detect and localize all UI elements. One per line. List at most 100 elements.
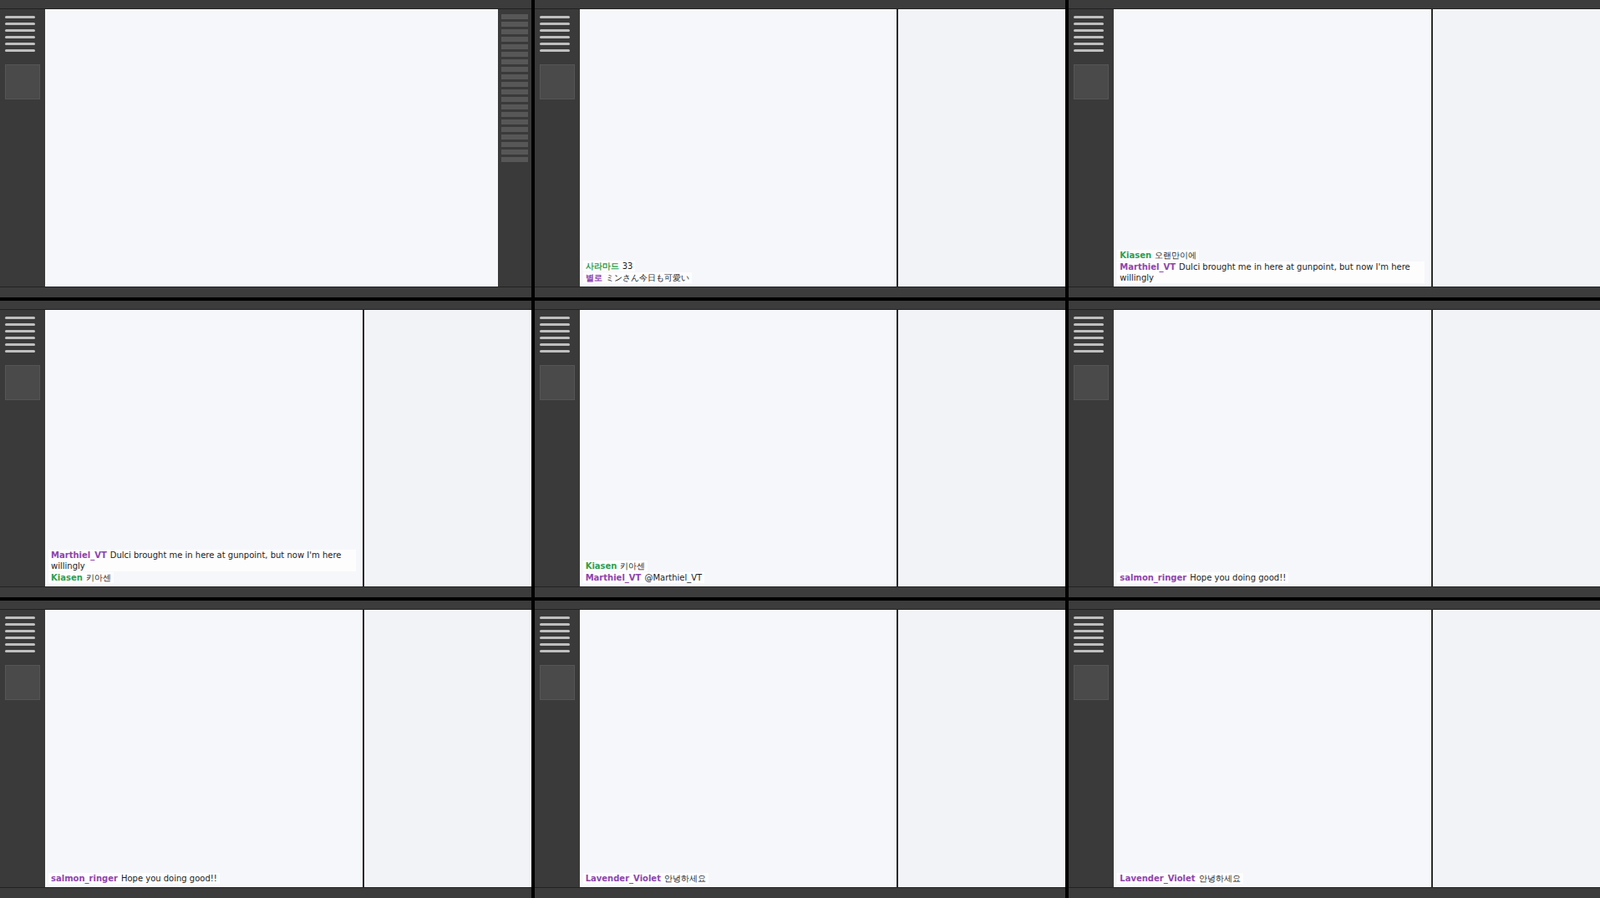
brush-icon[interactable] bbox=[1073, 35, 1104, 39]
brush-icon[interactable] bbox=[539, 15, 570, 19]
brush-icon[interactable] bbox=[1073, 42, 1104, 46]
brush-icon[interactable] bbox=[1073, 330, 1104, 333]
brush-icon[interactable] bbox=[5, 15, 36, 19]
brush-icon[interactable] bbox=[1073, 15, 1104, 19]
chat-user: Marthiel_VT bbox=[585, 573, 642, 583]
layer-row[interactable] bbox=[501, 134, 529, 140]
brush-icon[interactable] bbox=[539, 343, 570, 346]
layer-row[interactable] bbox=[501, 14, 529, 20]
brush-icon[interactable] bbox=[539, 643, 570, 646]
layer-row[interactable] bbox=[501, 29, 529, 35]
canvas[interactable]: Marthiel_VTDulci brought me in here at g… bbox=[45, 309, 363, 588]
layer-row[interactable] bbox=[501, 157, 529, 163]
brush-icon[interactable] bbox=[1073, 616, 1104, 620]
brush-icon[interactable] bbox=[539, 323, 570, 326]
layer-row[interactable] bbox=[501, 104, 529, 110]
chat-overlay: Lavender_Violet안녕하세요 bbox=[1117, 873, 1425, 884]
brush-toolbar bbox=[1068, 309, 1114, 588]
brush-icon[interactable] bbox=[5, 316, 36, 320]
brush-icon[interactable] bbox=[5, 330, 36, 333]
status-bar bbox=[534, 887, 1067, 898]
brush-icon[interactable] bbox=[539, 42, 570, 46]
brush-icon[interactable] bbox=[1073, 643, 1104, 646]
tool-property-panel bbox=[1073, 665, 1109, 701]
brush-icon[interactable] bbox=[1073, 343, 1104, 346]
layer-row[interactable] bbox=[501, 51, 529, 57]
layer-row[interactable] bbox=[501, 126, 529, 133]
status-bar bbox=[534, 586, 1067, 598]
brush-icon[interactable] bbox=[539, 330, 570, 333]
brush-icon[interactable] bbox=[5, 643, 36, 646]
brush-icon[interactable] bbox=[1073, 336, 1104, 340]
brush-icon[interactable] bbox=[539, 650, 570, 653]
brush-icon[interactable] bbox=[5, 336, 36, 340]
brush-icon[interactable] bbox=[5, 343, 36, 346]
workspace: salmon_ringerHope you doing good!! bbox=[0, 609, 532, 888]
canvas[interactable]: salmon_ringerHope you doing good!! bbox=[1113, 309, 1432, 588]
brush-icon[interactable] bbox=[539, 22, 570, 26]
brush-icon[interactable] bbox=[539, 29, 570, 32]
brush-icon[interactable] bbox=[1073, 629, 1104, 633]
brush-icon[interactable] bbox=[1073, 29, 1104, 32]
brush-icon[interactable] bbox=[5, 650, 36, 653]
layer-row[interactable] bbox=[501, 96, 529, 102]
brush-icon[interactable] bbox=[539, 636, 570, 640]
layer-row[interactable] bbox=[501, 44, 529, 50]
canvas[interactable]: 사라마드33별로ミンさん今日も可愛い bbox=[579, 9, 898, 287]
chat-user: Kiasen bbox=[1119, 250, 1152, 260]
canvas[interactable]: Kiasen오랜만이에Marthiel_VTDulci brought me i… bbox=[1113, 9, 1432, 287]
brush-icon[interactable] bbox=[5, 636, 36, 640]
layer-row[interactable] bbox=[501, 74, 529, 80]
brush-icon[interactable] bbox=[5, 616, 36, 620]
canvas[interactable] bbox=[45, 9, 498, 287]
brush-icon[interactable] bbox=[539, 316, 570, 320]
brush-icon[interactable] bbox=[1073, 49, 1104, 52]
brush-icon[interactable] bbox=[5, 35, 36, 39]
brush-icon[interactable] bbox=[5, 22, 36, 26]
app-window: Lavender_Violet안녕하세요 bbox=[1068, 600, 1600, 898]
brush-icon[interactable] bbox=[1073, 636, 1104, 640]
app-window: 사라마드33별로ミンさん今日も可愛い bbox=[534, 0, 1067, 298]
brush-icon[interactable] bbox=[5, 323, 36, 326]
layer-row[interactable] bbox=[501, 66, 529, 72]
layer-row[interactable] bbox=[501, 36, 529, 42]
chat-user: Lavender_Violet bbox=[585, 873, 661, 884]
brush-icon[interactable] bbox=[539, 336, 570, 340]
brush-icon[interactable] bbox=[1073, 650, 1104, 653]
layer-row[interactable] bbox=[501, 111, 529, 117]
brush-icon[interactable] bbox=[5, 29, 36, 32]
brush-icon[interactable] bbox=[5, 49, 36, 52]
brush-icon[interactable] bbox=[539, 49, 570, 52]
layer-row[interactable] bbox=[501, 59, 529, 65]
layer-row[interactable] bbox=[501, 142, 529, 148]
brush-icon[interactable] bbox=[539, 629, 570, 633]
brush-icon[interactable] bbox=[539, 350, 570, 353]
brush-icon[interactable] bbox=[5, 629, 36, 633]
canvas[interactable]: salmon_ringerHope you doing good!! bbox=[45, 609, 363, 888]
app-window: Lavender_Violet안녕하세요 bbox=[534, 600, 1067, 898]
brush-icon[interactable] bbox=[5, 623, 36, 626]
brush-icon[interactable] bbox=[1073, 22, 1104, 26]
brush-icon[interactable] bbox=[539, 623, 570, 626]
tool-property-panel bbox=[539, 365, 575, 401]
layer-row[interactable] bbox=[501, 89, 529, 95]
reference-view bbox=[896, 309, 1066, 588]
brush-icon[interactable] bbox=[1073, 316, 1104, 320]
brush-icon[interactable] bbox=[5, 350, 36, 353]
brush-icon[interactable] bbox=[5, 42, 36, 46]
canvas[interactable]: Kiasen키아센Marthiel_VT@Marthiel_VT bbox=[579, 309, 898, 588]
canvas[interactable]: Lavender_Violet안녕하세요 bbox=[1113, 609, 1432, 888]
app-window: salmon_ringerHope you doing good!! bbox=[0, 600, 532, 898]
layer-row[interactable] bbox=[501, 81, 529, 87]
layer-row[interactable] bbox=[501, 21, 529, 27]
brush-icon[interactable] bbox=[539, 616, 570, 620]
canvas[interactable]: Lavender_Violet안녕하세요 bbox=[579, 609, 898, 888]
brush-icon[interactable] bbox=[539, 35, 570, 39]
chat-overlay: salmon_ringerHope you doing good!! bbox=[48, 873, 356, 884]
workspace: Kiasen키아센Marthiel_VT@Marthiel_VT bbox=[534, 309, 1067, 588]
layer-row[interactable] bbox=[501, 119, 529, 125]
brush-icon[interactable] bbox=[1073, 323, 1104, 326]
layer-row[interactable] bbox=[501, 149, 529, 155]
brush-icon[interactable] bbox=[1073, 350, 1104, 353]
brush-icon[interactable] bbox=[1073, 623, 1104, 626]
